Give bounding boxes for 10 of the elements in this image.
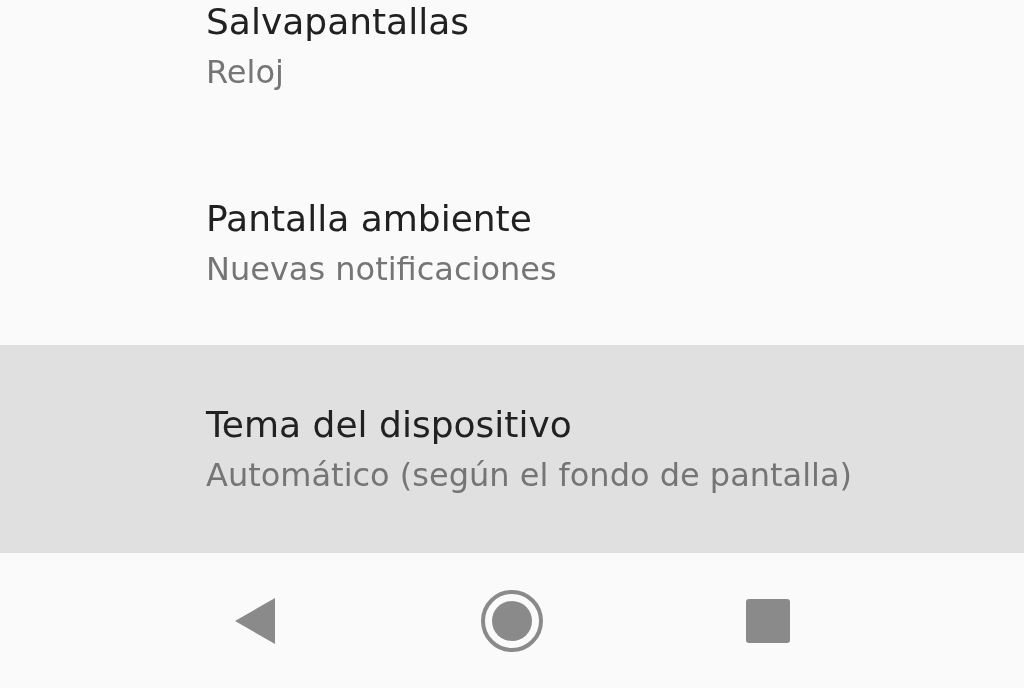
setting-summary: Reloj [206, 53, 285, 92]
setting-summary: Automático (según el fondo de pantalla) [206, 456, 854, 495]
back-icon [235, 597, 277, 644]
setting-summary: Nuevas notificaciones [206, 249, 558, 289]
setting-title: Salvapantallas [206, 0, 470, 44]
setting-title: Pantalla ambiente [206, 196, 533, 240]
settings-item[interactable]: Tema del dispositivo Automático (según el fondo de pantalla) [0, 345, 1024, 553]
recents-icon [746, 598, 790, 643]
setting-title: Tema del dispositivo [206, 403, 573, 447]
home-icon [480, 588, 544, 653]
